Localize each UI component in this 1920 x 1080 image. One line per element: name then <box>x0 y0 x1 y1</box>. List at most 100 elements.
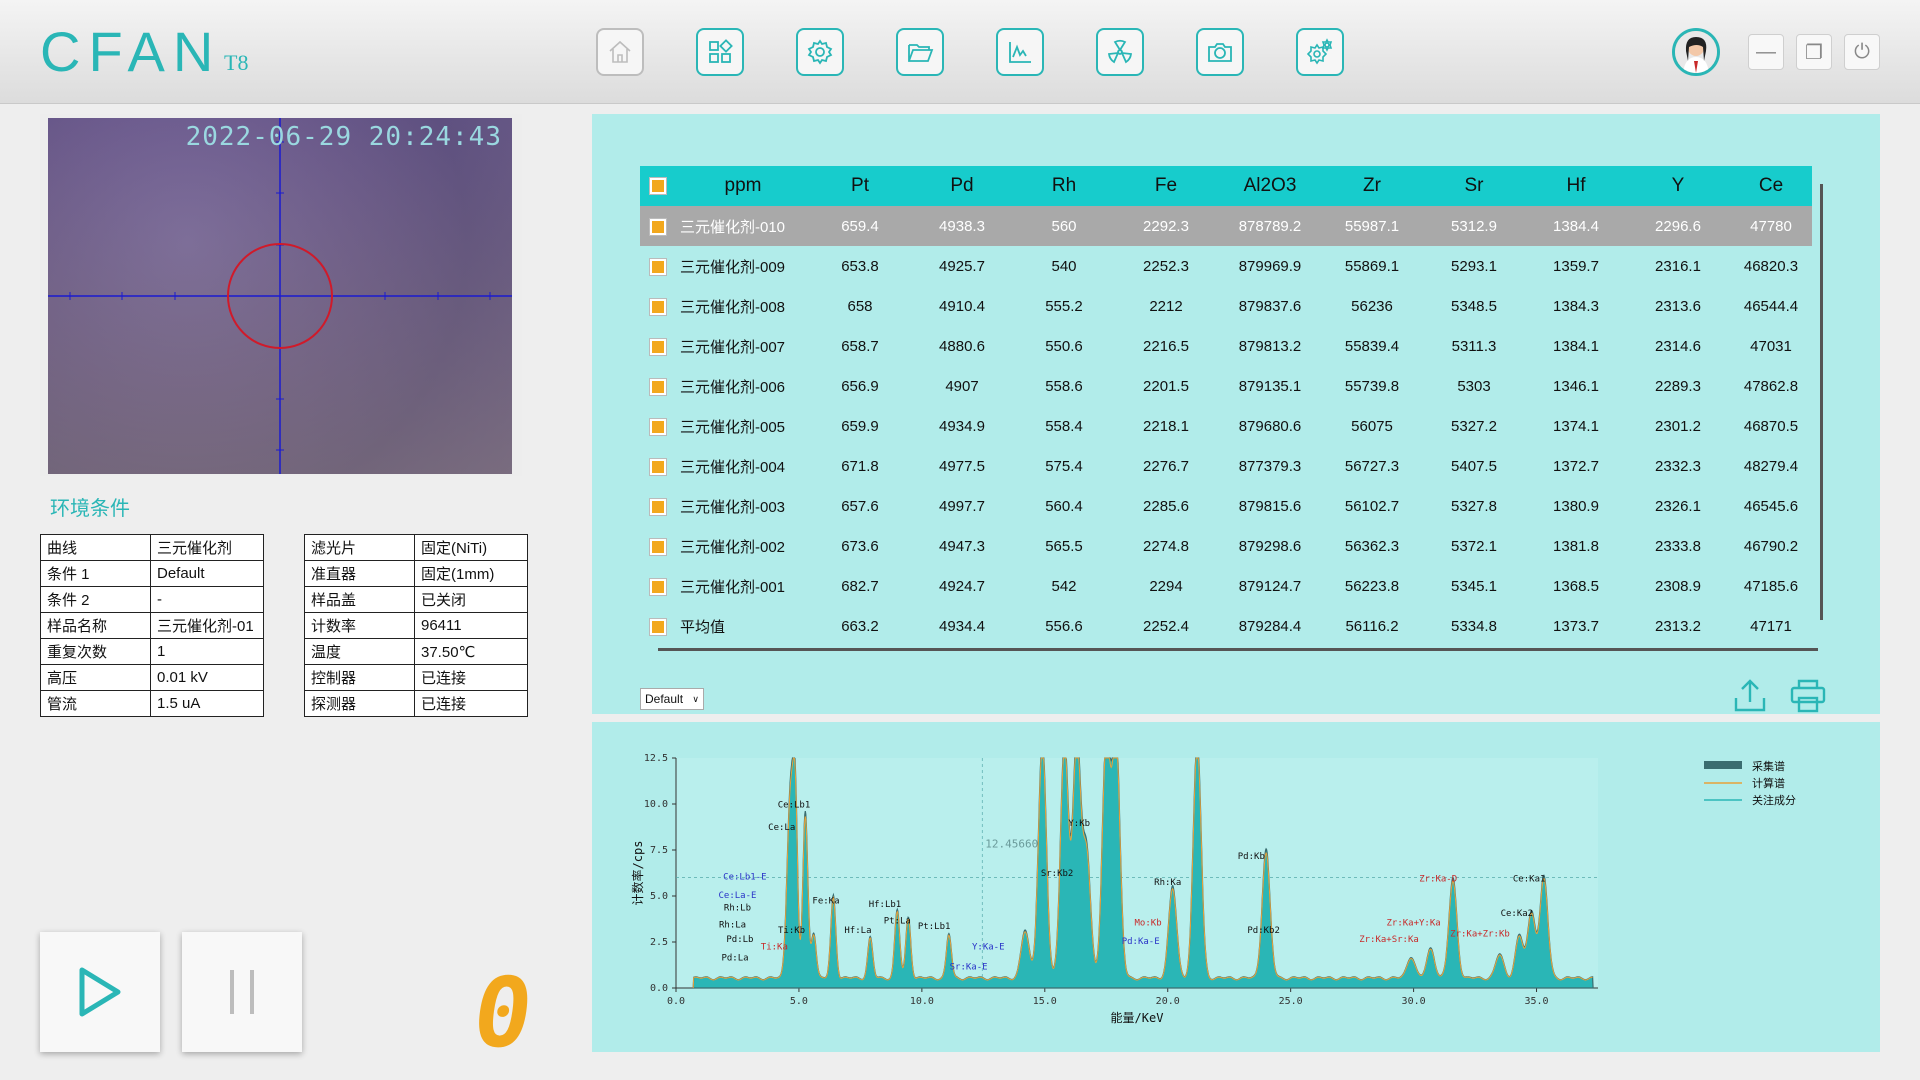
environment-table-left: 曲线 三元催化剂 条件 1 Default 条件 2- 样品名称 三元催化剂-01 重… <box>40 534 264 717</box>
table-row[interactable]: 三元催化剂-008 658 4910.4 555.2 2212 879837.6 56236… <box>640 286 1812 326</box>
peak-annotation: Zr:Ka+Y:Ka <box>1387 918 1441 928</box>
peak-annotation: Ce:Lb1-E <box>723 872 766 882</box>
camera-button[interactable] <box>1196 28 1244 76</box>
value-cell: 658 <box>847 297 873 315</box>
radiation-button[interactable] <box>1096 28 1144 76</box>
env-row: 计数率 96411 <box>304 612 528 639</box>
open-folder-button[interactable] <box>896 28 944 76</box>
pause-button[interactable] <box>182 932 302 1052</box>
col-header[interactable]: Al2O3 <box>1218 166 1322 206</box>
value-cell: 4938.3 <box>910 206 1014 246</box>
main-toolbar <box>596 28 1344 76</box>
table-row[interactable]: 三元催化剂-010 659.4 4938.3 560 2292.3 878789.2 559… <box>640 206 1812 246</box>
x-tick-label: 15.0 <box>1033 996 1057 1007</box>
horizontal-scrollbar[interactable] <box>658 648 1818 651</box>
sample-name-cell: 三元催化剂-007 <box>680 338 786 356</box>
value-cell: 56075 <box>1351 417 1393 435</box>
table-row[interactable]: 平均值 663.2 4934.4 556.6 2252.4 879284.4 56116.2… <box>640 606 1812 644</box>
minimize-button[interactable]: — <box>1748 34 1784 70</box>
col-header[interactable]: Pd <box>910 166 1014 206</box>
start-button[interactable] <box>40 932 160 1052</box>
peak-annotation: Rh:La <box>719 920 746 930</box>
x-axis-label: 能量/KeV <box>1111 1011 1164 1025</box>
row-checkbox[interactable] <box>640 206 676 246</box>
col-header[interactable]: Zr <box>1322 166 1422 206</box>
table-row[interactable]: 三元催化剂-002 673.6 4947.3 565.5 2274.8 879298.6 5… <box>640 526 1812 566</box>
row-checkbox[interactable] <box>640 446 676 486</box>
table-row[interactable]: 三元催化剂-004 671.8 4977.5 575.4 2276.7 877379.3 5… <box>640 446 1812 486</box>
value-cell: 4947.3 <box>939 537 985 555</box>
value-cell: 540 <box>1051 257 1077 275</box>
value-cell: 5372.1 <box>1451 537 1497 555</box>
peak-annotation: Zr:Ka+Sr:Ka <box>1359 935 1419 945</box>
table-row[interactable]: 三元催化剂-003 657.6 4997.7 560.4 2285.6 879815.6 5… <box>640 486 1812 526</box>
value-cell: 2301.2 <box>1655 417 1701 435</box>
spectrum-chart[interactable]: 0.0 5.0 10.0 15.0 20.0 25.0 30.0 35.0 0.0 2.5 5.0 7… <box>592 722 1880 1052</box>
value-cell: 5407.5 <box>1451 457 1497 475</box>
apps-button[interactable] <box>696 28 744 76</box>
col-header[interactable]: ppm <box>676 166 810 206</box>
value-cell: 879837.6 <box>1238 297 1302 315</box>
condition-select[interactable]: Default ∨ <box>640 688 704 710</box>
table-row[interactable]: 三元催化剂-006 656.9 4907 558.6 2201.5 879135.1 557… <box>640 366 1812 406</box>
peak-annotation: Zr:Ka-D <box>1419 874 1457 884</box>
printer-icon <box>1790 679 1826 713</box>
y-tick-label: 0.0 <box>650 983 668 994</box>
value-cell: 4910.4 <box>939 297 985 315</box>
row-checkbox[interactable] <box>640 406 676 446</box>
y-tick-label: 2.5 <box>650 937 668 948</box>
advanced-settings-button[interactable] <box>1296 28 1344 76</box>
select-all-checkbox[interactable] <box>640 166 676 206</box>
peak-annotation: Pt:La <box>884 917 911 927</box>
env-row: 重复次数 1 <box>40 638 264 665</box>
user-avatar[interactable] <box>1672 28 1720 76</box>
table-row[interactable]: 三元催化剂-009 653.8 4925.7 540 2252.3 879969.9 558… <box>640 246 1812 286</box>
crosshair-overlay <box>48 118 512 474</box>
vertical-scrollbar[interactable] <box>1820 184 1823 620</box>
value-cell: 5293.1 <box>1451 257 1497 275</box>
value-cell: 682.7 <box>841 577 879 595</box>
print-button[interactable] <box>1788 676 1828 716</box>
col-header[interactable]: Pt <box>810 166 910 206</box>
col-header[interactable]: Hf <box>1526 166 1626 206</box>
table-row[interactable]: 三元催化剂-001 682.7 4924.7 542 2294 879124.7 56223… <box>640 566 1812 606</box>
restore-button[interactable]: ❐ <box>1796 34 1832 70</box>
cursor-readout: 12.456608 <box>985 838 1045 851</box>
row-checkbox[interactable] <box>640 486 676 526</box>
col-header[interactable]: Sr <box>1422 166 1526 206</box>
power-button[interactable]: ⏻ <box>1844 34 1880 70</box>
results-header-row: ppm Pt Pd Rh Fe Al2O3 Zr Sr Hf Y Ce <box>640 166 1812 206</box>
value-cell: 46870.5 <box>1743 417 1799 435</box>
row-checkbox[interactable] <box>640 286 676 326</box>
col-header[interactable]: Rh <box>1014 166 1114 206</box>
row-checkbox[interactable] <box>640 606 676 644</box>
table-row[interactable]: 三元催化剂-005 659.9 4934.9 558.4 2218.1 879680.6 5… <box>640 406 1812 446</box>
row-checkbox[interactable] <box>640 366 676 406</box>
value-cell: 2332.3 <box>1655 457 1701 475</box>
value-cell: 5303 <box>1457 377 1491 395</box>
row-checkbox[interactable] <box>640 326 676 366</box>
home-button[interactable] <box>596 28 644 76</box>
value-cell: 55839.4 <box>1344 337 1400 355</box>
value-cell: 55869.1 <box>1344 257 1400 275</box>
env-row: 条件 1 Default <box>40 560 264 587</box>
value-cell: 2289.3 <box>1655 377 1701 395</box>
advanced-settings-icon <box>1306 38 1333 65</box>
env-row: 条件 2- <box>40 586 264 613</box>
env-row: 控制器 已连接 <box>304 664 528 691</box>
radiation-icon <box>1108 39 1132 64</box>
row-checkbox[interactable] <box>640 566 676 606</box>
row-checkbox[interactable] <box>640 526 676 566</box>
col-header[interactable]: Ce <box>1730 166 1812 206</box>
value-cell: 1384.3 <box>1553 297 1599 315</box>
table-row[interactable]: 三元催化剂-007 658.7 4880.6 550.6 2216.5 879813.2 5… <box>640 326 1812 366</box>
col-header[interactable]: Fe <box>1114 166 1218 206</box>
settings-button[interactable] <box>796 28 844 76</box>
spectrum-button[interactable] <box>996 28 1044 76</box>
row-checkbox[interactable] <box>640 246 676 286</box>
col-header[interactable]: Y <box>1626 166 1730 206</box>
export-button[interactable] <box>1730 676 1770 716</box>
peak-annotation: Ce:La-E <box>718 891 756 901</box>
peak-annotation: Y:Ka-E <box>972 942 1005 952</box>
environment-title: 环境条件 <box>50 498 130 520</box>
